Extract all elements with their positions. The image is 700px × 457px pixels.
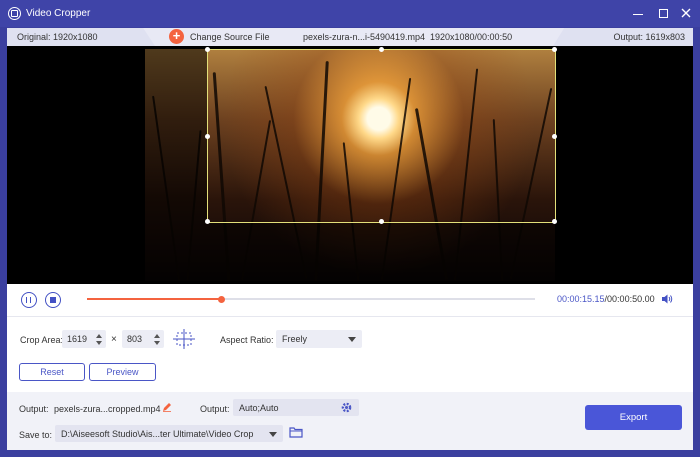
progress-slider[interactable]	[87, 295, 535, 303]
time-display: 00:00:15.15/00:00:50.00	[557, 294, 655, 304]
crop-handle-right[interactable]	[552, 134, 557, 139]
aspect-ratio-value: Freely	[282, 334, 308, 344]
edit-pencil-icon[interactable]	[162, 402, 172, 412]
crop-height-input[interactable]: 803	[122, 330, 164, 348]
output-file-label: Output:	[19, 404, 49, 414]
minimize-icon[interactable]	[631, 6, 645, 20]
reset-button[interactable]: Reset	[19, 363, 85, 381]
crop-handle-top[interactable]	[379, 47, 384, 52]
crop-handle-bottom-right[interactable]	[552, 219, 557, 224]
crop-area-label: Crop Area:	[20, 335, 64, 345]
crop-handle-bottom[interactable]	[379, 219, 384, 224]
divider	[7, 316, 693, 317]
chevron-down-icon	[348, 337, 356, 342]
output-format-field[interactable]: Auto;Auto	[233, 399, 359, 416]
progress-thumb[interactable]	[217, 295, 225, 303]
crop-width-value: 1619	[67, 334, 88, 344]
crop-handle-top-right[interactable]	[552, 47, 557, 52]
total-time: /00:00:50.00	[604, 294, 655, 304]
crop-mask-bottom	[207, 223, 555, 281]
window-title: Video Cropper	[26, 8, 91, 19]
aspect-ratio-label: Aspect Ratio:	[220, 335, 274, 345]
crop-handle-left[interactable]	[205, 134, 210, 139]
current-time: 00:00:15.15	[557, 294, 605, 304]
output-resolution: Output: 1619x803	[553, 28, 693, 46]
original-resolution: Original: 1920x1080	[7, 28, 155, 46]
save-path-value: D:\Aiseesoft Studio\Ais...ter Ultimate\V…	[61, 429, 254, 439]
source-file-info: 1920x1080/00:00:50	[430, 32, 513, 42]
title-bar: Video Cropper	[0, 0, 700, 27]
save-to-label: Save to:	[19, 430, 53, 440]
center-crop-icon[interactable]	[173, 329, 195, 349]
output-file-name: pexels-zura...cropped.mp4	[54, 404, 161, 414]
crop-selection[interactable]	[205, 47, 557, 224]
crop-handle-top-left[interactable]	[205, 47, 210, 52]
change-source-button[interactable]: Change Source File	[190, 28, 270, 46]
crop-handle-bottom-left[interactable]	[205, 219, 210, 224]
save-path-select[interactable]: D:\Aiseesoft Studio\Ais...ter Ultimate\V…	[55, 425, 283, 442]
folder-icon[interactable]	[289, 426, 303, 438]
volume-icon[interactable]	[661, 293, 673, 305]
crop-mask-left	[145, 49, 207, 281]
source-file-name: pexels-zura-n...i-5490419.mp4	[303, 32, 426, 42]
width-decrement-icon[interactable]	[96, 341, 102, 345]
height-increment-icon[interactable]	[154, 334, 160, 338]
stop-icon[interactable]	[45, 292, 61, 308]
maximize-icon[interactable]	[656, 6, 670, 20]
gear-icon[interactable]	[340, 401, 353, 414]
crop-width-input[interactable]: 1619	[62, 330, 106, 348]
crop-height-value: 803	[127, 334, 143, 344]
output-footer: Output: pexels-zura...cropped.mp4 Output…	[7, 392, 693, 450]
aspect-ratio-select[interactable]: Freely	[276, 330, 362, 348]
width-increment-icon[interactable]	[96, 334, 102, 338]
crop-app-icon	[8, 7, 21, 20]
output-format-value: Auto;Auto	[239, 403, 279, 413]
close-icon[interactable]	[679, 6, 693, 20]
output-format-label: Output:	[200, 404, 230, 414]
height-decrement-icon[interactable]	[154, 341, 160, 345]
video-viewport	[7, 46, 693, 284]
chevron-down-icon	[269, 432, 277, 437]
dimension-separator: ×	[111, 334, 117, 345]
progress-fill	[87, 298, 222, 300]
control-panel: 00:00:15.15/00:00:50.00 Crop Area: 1619 …	[7, 284, 693, 450]
add-source-icon[interactable]: +	[169, 29, 184, 44]
info-bar: Original: 1920x1080 + Change Source File…	[7, 28, 693, 46]
pause-icon[interactable]	[21, 292, 37, 308]
export-button[interactable]: Export	[585, 405, 682, 430]
preview-button[interactable]: Preview	[89, 363, 156, 381]
